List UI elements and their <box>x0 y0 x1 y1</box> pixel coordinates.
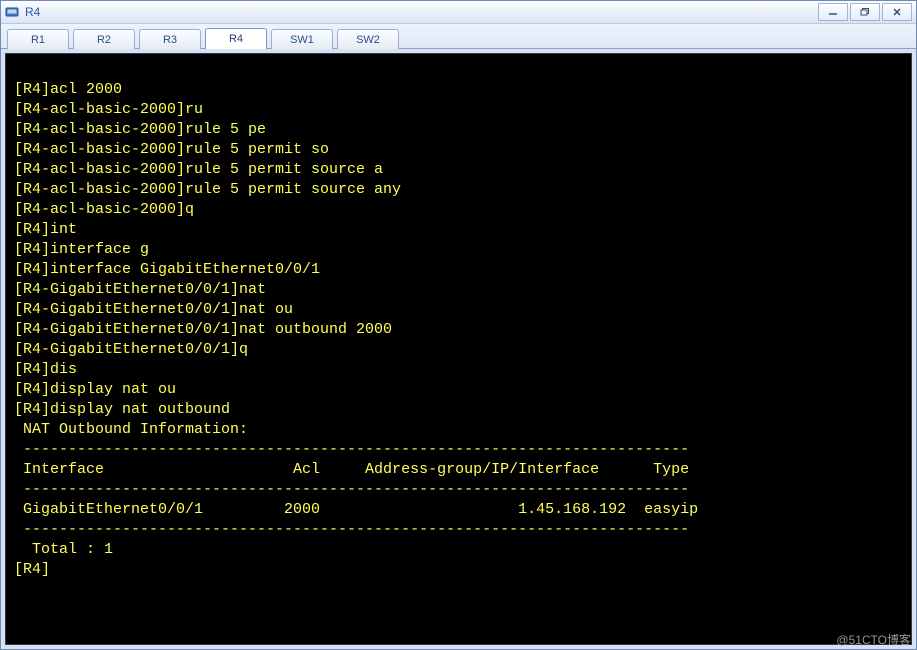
app-icon <box>5 5 19 19</box>
terminal-line: [R4]interface g <box>14 240 903 260</box>
tab-r2[interactable]: R2 <box>73 29 135 49</box>
tab-label: R3 <box>163 34 177 46</box>
terminal-line: [R4] <box>14 560 903 580</box>
terminal-line: [R4-GigabitEthernet0/0/1]q <box>14 340 903 360</box>
terminal-line: [R4-acl-basic-2000]rule 5 permit source … <box>14 160 903 180</box>
window-title: R4 <box>25 5 40 19</box>
terminal-line: ----------------------------------------… <box>14 520 903 540</box>
tab-label: R1 <box>31 34 45 46</box>
terminal-line: [R4]display nat ou <box>14 380 903 400</box>
tabstrip: R1 R2 R3 R4 SW1 SW2 <box>1 24 916 49</box>
app-window: R4 R1R2R3R4SW1SW2 [R4]acl 2000[R4-acl-b <box>0 0 917 650</box>
tab-sw1[interactable]: SW1 <box>271 29 333 49</box>
close-button[interactable] <box>882 3 912 21</box>
terminal-line: ----------------------------------------… <box>14 440 903 460</box>
terminal-line <box>14 60 903 80</box>
terminal-container: [R4]acl 2000[R4-acl-basic-2000]ru[R4-acl… <box>1 49 916 649</box>
terminal-line: [R4]int <box>14 220 903 240</box>
tab-sw2[interactable]: SW2 <box>337 29 399 49</box>
tab-r1[interactable]: R1 <box>7 29 69 49</box>
terminal-line: [R4-acl-basic-2000]q <box>14 200 903 220</box>
titlebar: R4 <box>1 1 916 24</box>
terminal-line: Interface Acl Address-group/IP/Interface… <box>14 460 903 480</box>
tab-label: SW2 <box>356 34 380 46</box>
terminal-line: GigabitEthernet0/0/1 2000 1.45.168.192 e… <box>14 500 903 520</box>
terminal-line: NAT Outbound Information: <box>14 420 903 440</box>
tab-r4[interactable]: R4 <box>205 28 267 49</box>
terminal-line: [R4]display nat outbound <box>14 400 903 420</box>
terminal-line: [R4-GigabitEthernet0/0/1]nat outbound 20… <box>14 320 903 340</box>
tab-label: R4 <box>229 33 243 45</box>
terminal-line: [R4-GigabitEthernet0/0/1]nat <box>14 280 903 300</box>
terminal-line: Total : 1 <box>14 540 903 560</box>
terminal-line: [R4-acl-basic-2000]ru <box>14 100 903 120</box>
terminal-line: [R4]dis <box>14 360 903 380</box>
tab-label: R2 <box>97 34 111 46</box>
tab-label: SW1 <box>290 34 314 46</box>
terminal-line: [R4-acl-basic-2000]rule 5 pe <box>14 120 903 140</box>
restore-button[interactable] <box>850 3 880 21</box>
terminal-line: [R4-acl-basic-2000]rule 5 permit so <box>14 140 903 160</box>
terminal-line: [R4-acl-basic-2000]rule 5 permit source … <box>14 180 903 200</box>
terminal-line: [R4]interface GigabitEthernet0/0/1 <box>14 260 903 280</box>
minimize-button[interactable] <box>818 3 848 21</box>
terminal-line: [R4-GigabitEthernet0/0/1]nat ou <box>14 300 903 320</box>
terminal-line: [R4]acl 2000 <box>14 80 903 100</box>
terminal[interactable]: [R4]acl 2000[R4-acl-basic-2000]ru[R4-acl… <box>5 53 912 645</box>
terminal-line: ----------------------------------------… <box>14 480 903 500</box>
tab-r3[interactable]: R3 <box>139 29 201 49</box>
window-buttons <box>816 3 912 21</box>
